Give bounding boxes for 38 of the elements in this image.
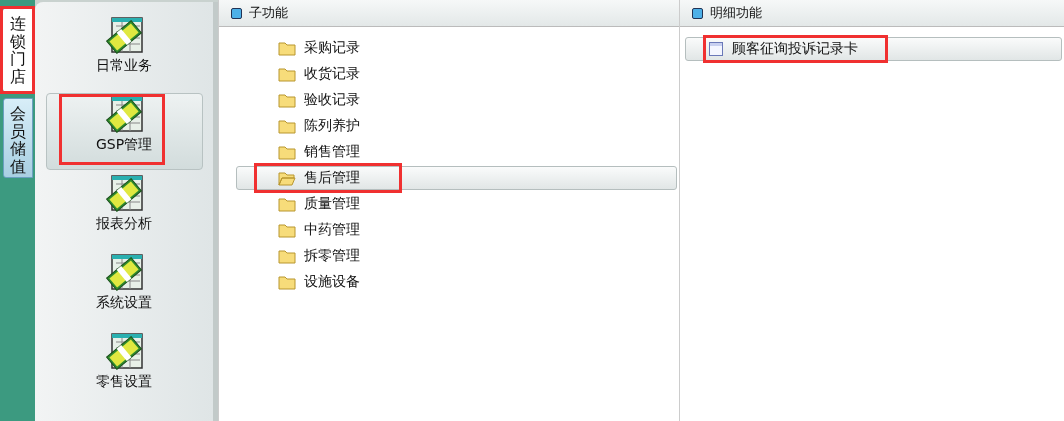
detail-item[interactable]: 顾客征询投诉记录卡	[685, 37, 1062, 61]
money-ledger-icon	[104, 173, 144, 213]
side-tab[interactable]: 会员储值	[3, 98, 33, 178]
folder-icon	[278, 196, 296, 212]
money-ledger-icon	[104, 331, 144, 371]
module-button[interactable]: GSP管理	[45, 93, 203, 170]
folder-icon	[278, 274, 296, 290]
folder-icon	[278, 144, 296, 160]
tree-item[interactable]: 收货记录	[236, 62, 677, 86]
side-tab[interactable]: 连锁门店	[3, 8, 33, 92]
bullet-icon	[231, 7, 242, 19]
tree-item[interactable]: 验收记录	[236, 88, 677, 112]
folder-icon	[278, 118, 296, 134]
module-button[interactable]: 日常业务	[45, 14, 203, 91]
tree-item[interactable]: 售后管理	[236, 166, 677, 190]
folder-icon	[278, 40, 296, 56]
module-button[interactable]: 报表分析	[45, 172, 203, 249]
bullet-icon	[692, 7, 703, 19]
folder-icon	[278, 222, 296, 238]
money-ledger-icon	[104, 252, 144, 292]
panel-title: 子功能	[249, 4, 288, 22]
tree-item[interactable]: 采购记录	[236, 36, 677, 60]
tree-item[interactable]: 陈列养护	[236, 114, 677, 138]
tree-item[interactable]: 拆零管理	[236, 244, 677, 268]
module-button[interactable]: 系统设置	[45, 251, 203, 328]
module-button[interactable]: 零售设置	[45, 330, 203, 407]
folder-icon	[278, 66, 296, 82]
tree-item[interactable]: 销售管理	[236, 140, 677, 164]
tree-item[interactable]: 设施设备	[236, 270, 677, 294]
tree-item[interactable]: 中药管理	[236, 218, 677, 242]
folder-icon	[278, 92, 296, 108]
money-ledger-icon	[104, 94, 144, 134]
tree-item[interactable]: 质量管理	[236, 192, 677, 216]
document-icon	[708, 41, 724, 57]
folder-icon	[278, 248, 296, 264]
open-folder-icon	[278, 170, 296, 186]
money-ledger-icon	[104, 15, 144, 55]
panel-title: 明细功能	[710, 4, 762, 22]
